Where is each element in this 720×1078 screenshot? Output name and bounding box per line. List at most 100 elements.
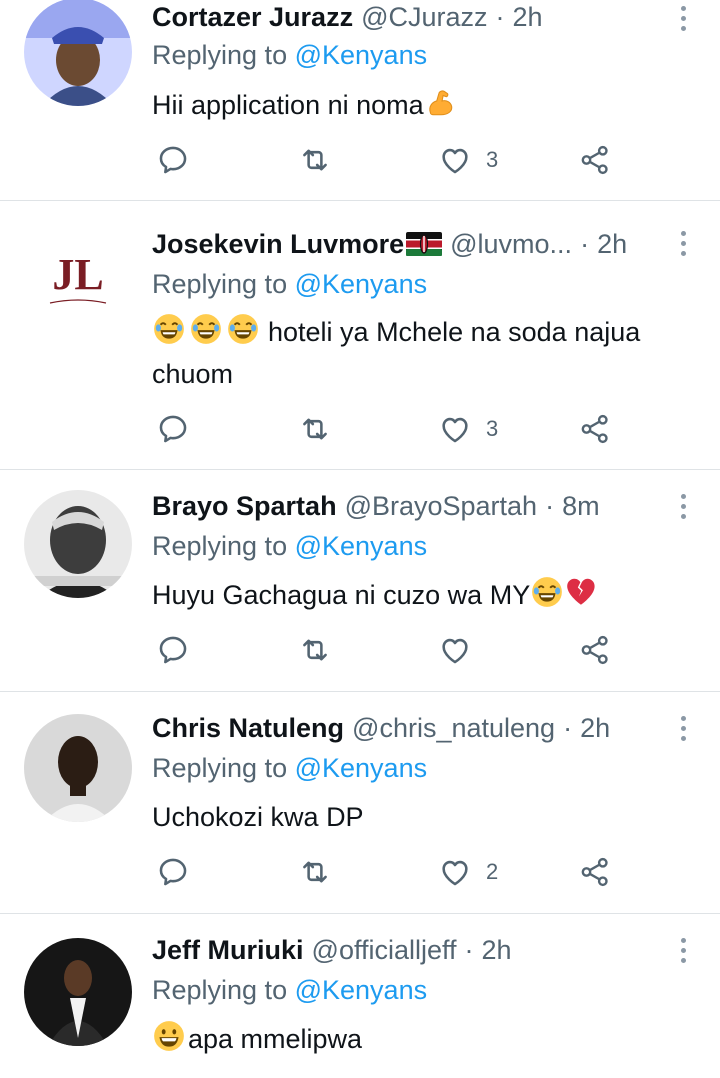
reply-button[interactable] (156, 630, 190, 670)
avatar[interactable]: JL (24, 223, 132, 331)
tweet-text: Uchokozi kwa DP (152, 796, 697, 838)
timestamp[interactable]: 2h (580, 713, 610, 744)
more-icon[interactable] (678, 938, 688, 968)
avatar[interactable] (24, 490, 132, 598)
separator-dot: · (580, 228, 590, 259)
more-icon[interactable] (678, 494, 688, 524)
mention-link[interactable]: @Kenyans (295, 975, 427, 1005)
reply-button[interactable] (156, 852, 190, 892)
share-button[interactable] (578, 852, 612, 892)
display-name[interactable]: Jeff Muriuki (152, 935, 304, 966)
more-icon[interactable] (678, 6, 688, 36)
tweet-text-content: Uchokozi kwa DP (152, 802, 364, 832)
reply-icon (156, 412, 190, 446)
avatar[interactable] (24, 0, 132, 106)
share-button[interactable] (578, 409, 612, 449)
user-handle[interactable]: @BrayoSpartah (345, 491, 538, 522)
user-handle[interactable]: @officialljeff (312, 935, 457, 966)
share-icon (578, 143, 612, 177)
reply-icon (156, 143, 190, 177)
tweet-item[interactable]: Brayo Spartah @BrayoSpartah · 8m Replyin… (0, 470, 720, 692)
retweet-button[interactable] (298, 140, 332, 180)
reply-icon (156, 633, 190, 667)
more-icon[interactable] (678, 231, 688, 261)
tweet-item[interactable]: Chris Natuleng @chris_natuleng · 2h Repl… (0, 692, 720, 914)
tweet-header: Josekevin Luvmore @luvmo... · 2h (152, 227, 672, 261)
mention-link[interactable]: @Kenyans (295, 531, 427, 561)
tweet-item[interactable]: Jeff Muriuki @officialljeff · 2h Replyin… (0, 914, 720, 1078)
tears-of-joy-emoji (152, 312, 186, 346)
like-icon (438, 143, 472, 177)
tweet-item[interactable]: Cortazer Jurazz @CJurazz · 2h Replying t… (0, 0, 720, 201)
share-button[interactable] (578, 140, 612, 180)
share-icon (578, 855, 612, 889)
tweet-text: hoteli ya Mchele na soda najua chuom (152, 311, 697, 395)
reply-button[interactable] (156, 140, 190, 180)
like-count: 2 (486, 859, 499, 884)
share-button[interactable] (578, 630, 612, 670)
like-button[interactable]: 2 (438, 852, 498, 892)
tweet-header: Brayo Spartah @BrayoSpartah · 8m (152, 489, 672, 523)
display-name[interactable]: Josekevin Luvmore (152, 229, 404, 260)
broken-heart-emoji (564, 575, 598, 609)
user-handle[interactable]: @CJurazz (361, 2, 487, 33)
mention-link[interactable]: @Kenyans (295, 753, 427, 783)
tweet-text: apa mmelipwa (152, 1018, 697, 1060)
like-count: 3 (486, 416, 499, 441)
timestamp[interactable]: 2h (597, 229, 627, 260)
tweet-header: Cortazer Jurazz @CJurazz · 2h (152, 0, 672, 34)
retweet-button[interactable] (298, 852, 332, 892)
user-handle[interactable]: @chris_natuleng (352, 713, 555, 744)
separator-dot: · (563, 712, 573, 743)
replying-label: Replying to (152, 40, 288, 70)
reply-icon (156, 855, 190, 889)
like-icon (438, 633, 472, 667)
avatar[interactable] (24, 714, 132, 822)
share-icon (578, 412, 612, 446)
grinning-emoji (152, 1019, 186, 1053)
retweet-icon (298, 412, 332, 446)
replying-to-line: Replying to @Kenyans (152, 269, 427, 300)
tweet-actions: 2 (156, 852, 626, 892)
tweet-text: Hii application ni noma (152, 84, 697, 126)
tweet-header: Jeff Muriuki @officialljeff · 2h (152, 933, 672, 967)
separator-dot: · (545, 490, 555, 521)
reply-button[interactable] (156, 409, 190, 449)
replying-to-line: Replying to @Kenyans (152, 753, 427, 784)
like-button[interactable]: 3 (438, 140, 498, 180)
flexed-biceps-emoji (424, 85, 458, 119)
tweet-actions: 3 (156, 409, 626, 449)
user-handle[interactable]: @luvmo... (450, 229, 572, 260)
like-button[interactable]: 3 (438, 409, 498, 449)
display-name[interactable]: Cortazer Jurazz (152, 2, 353, 33)
retweet-icon (298, 855, 332, 889)
retweet-icon (298, 143, 332, 177)
replying-to-line: Replying to @Kenyans (152, 975, 427, 1006)
timestamp[interactable]: 2h (482, 935, 512, 966)
like-count: 3 (486, 147, 499, 172)
tweet-actions (156, 630, 626, 670)
replying-label: Replying to (152, 269, 288, 299)
tweet-item[interactable]: JL Josekevin Luvmore @luvmo... · 2h Repl… (0, 201, 720, 470)
replying-label: Replying to (152, 531, 288, 561)
avatar[interactable] (24, 938, 132, 1046)
timestamp[interactable]: 8m (562, 491, 600, 522)
tweet-text-content: Hii application ni noma (152, 90, 424, 120)
like-icon (438, 855, 472, 889)
retweet-icon (298, 633, 332, 667)
tears-of-joy-emoji (226, 312, 260, 346)
display-name[interactable]: Chris Natuleng (152, 713, 344, 744)
tears-of-joy-emoji (189, 312, 223, 346)
tweet-text-content: apa mmelipwa (188, 1024, 363, 1054)
like-icon (438, 412, 472, 446)
like-button[interactable] (438, 630, 486, 670)
replying-to-line: Replying to @Kenyans (152, 40, 427, 71)
more-icon[interactable] (678, 716, 688, 746)
display-name[interactable]: Brayo Spartah (152, 491, 337, 522)
retweet-button[interactable] (298, 630, 332, 670)
timestamp[interactable]: 2h (513, 2, 543, 33)
mention-link[interactable]: @Kenyans (295, 40, 427, 70)
mention-link[interactable]: @Kenyans (295, 269, 427, 299)
retweet-button[interactable] (298, 409, 332, 449)
tears-of-joy-emoji (530, 575, 564, 609)
